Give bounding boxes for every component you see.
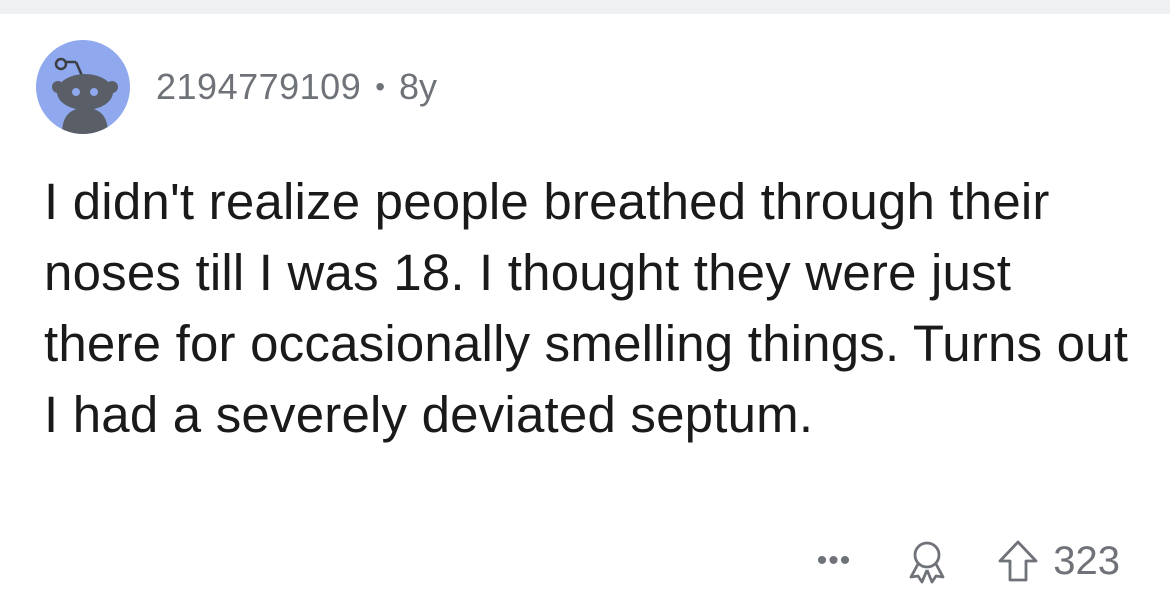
comment-card: 2194779109 • 8y I didn't realize people … [0, 14, 1170, 606]
username[interactable]: 2194779109 [156, 66, 361, 108]
comment-actions: ••• 323 [817, 534, 1120, 588]
vote-score: 323 [1053, 538, 1120, 583]
more-options-button[interactable]: ••• [817, 546, 852, 576]
top-divider-strip [0, 0, 1170, 14]
comment-age: 8y [399, 66, 438, 107]
upvote-button[interactable]: 323 [995, 538, 1120, 584]
award-icon [909, 541, 945, 584]
meta-separator: • [375, 71, 386, 102]
comment-header: 2194779109 • 8y [36, 40, 437, 134]
comment-body: I didn't realize people breathed through… [44, 173, 1129, 443]
award-button[interactable] [903, 537, 951, 585]
avatar[interactable] [36, 40, 130, 134]
snoo-avatar-icon [52, 57, 118, 134]
upvote-arrow-icon [998, 540, 1038, 582]
